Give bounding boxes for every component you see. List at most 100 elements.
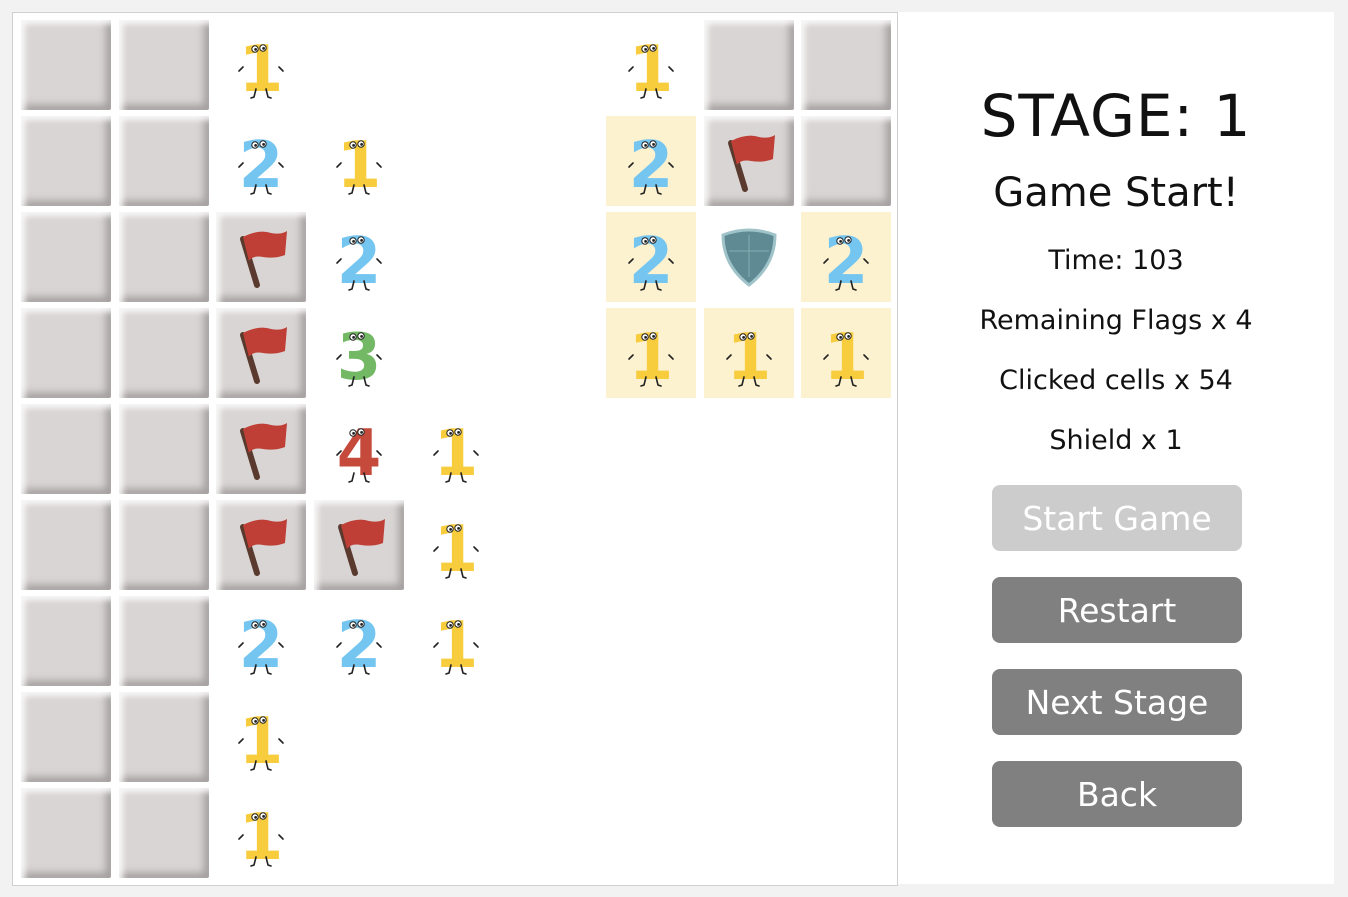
flagged-cell[interactable]	[216, 404, 306, 494]
flagged-cell[interactable]	[216, 308, 306, 398]
number-cell[interactable]: 2	[216, 596, 306, 686]
covered-cell[interactable]	[118, 212, 209, 302]
covered-cell[interactable]	[118, 404, 209, 494]
empty-cell[interactable]	[314, 20, 404, 110]
empty-cell[interactable]	[606, 788, 696, 878]
covered-cell[interactable]	[118, 20, 209, 110]
svg-text:2: 2	[824, 225, 869, 299]
empty-cell[interactable]	[801, 692, 891, 782]
number-cell[interactable]: 1	[314, 116, 404, 206]
empty-cell[interactable]	[704, 692, 794, 782]
empty-cell[interactable]	[509, 692, 599, 782]
empty-cell[interactable]	[411, 788, 501, 878]
empty-cell[interactable]	[801, 500, 891, 590]
number-two-icon: 2	[238, 609, 284, 683]
shield-cell[interactable]	[704, 212, 794, 302]
covered-cell[interactable]	[118, 692, 209, 782]
empty-cell[interactable]	[704, 596, 794, 686]
covered-cell[interactable]	[21, 116, 111, 206]
empty-cell[interactable]	[509, 116, 599, 206]
next-stage-button[interactable]: Next Stage	[992, 669, 1242, 735]
number-cell[interactable]: 1	[411, 500, 501, 590]
back-button[interactable]: Back	[992, 761, 1242, 827]
covered-cell[interactable]	[21, 788, 111, 878]
number-one-icon: 1	[238, 801, 284, 875]
number-cell[interactable]: 2	[314, 212, 404, 302]
number-cell[interactable]: 2	[216, 116, 306, 206]
empty-cell[interactable]	[509, 596, 599, 686]
number-cell[interactable]: 1	[216, 20, 306, 110]
number-three-icon: 3	[335, 321, 382, 395]
flag-icon	[337, 519, 385, 576]
covered-cell[interactable]	[118, 788, 209, 878]
empty-cell[interactable]	[509, 212, 599, 302]
covered-cell[interactable]	[801, 116, 891, 206]
number-cell[interactable]: 2	[606, 212, 696, 302]
number-cell[interactable]: 4	[314, 404, 404, 494]
empty-cell[interactable]	[606, 500, 696, 590]
number-cell[interactable]: 1	[216, 788, 306, 878]
number-cell[interactable]: 3	[314, 308, 404, 398]
empty-cell[interactable]	[509, 404, 599, 494]
covered-cell[interactable]	[21, 404, 111, 494]
empty-cell[interactable]	[606, 596, 696, 686]
svg-text:2: 2	[629, 225, 674, 299]
flagged-cell[interactable]	[703, 116, 794, 206]
number-cell[interactable]: 1	[606, 308, 696, 398]
number-cell[interactable]: 1	[216, 692, 306, 782]
covered-cell[interactable]	[21, 500, 111, 590]
covered-cell[interactable]	[21, 20, 111, 110]
number-one-icon: 1	[335, 129, 382, 203]
covered-cell[interactable]	[703, 20, 794, 110]
flagged-cell[interactable]	[313, 500, 404, 590]
empty-cell[interactable]	[411, 692, 501, 782]
number-cell[interactable]: 2	[606, 116, 696, 206]
flagged-cell[interactable]	[216, 500, 306, 590]
empty-cell[interactable]	[801, 404, 891, 494]
number-cell[interactable]: 1	[703, 308, 794, 398]
number-cell[interactable]: 1	[606, 20, 696, 110]
empty-cell[interactable]	[314, 788, 404, 878]
svg-text:2: 2	[629, 129, 674, 203]
shield-count: Shield x 1	[1049, 425, 1183, 456]
side-panel: STAGE: 1 Game Start! Time: 103 Remaining…	[898, 12, 1334, 884]
covered-cell[interactable]	[801, 20, 891, 110]
empty-cell[interactable]	[801, 788, 891, 878]
empty-cell[interactable]	[606, 692, 696, 782]
empty-cell[interactable]	[314, 692, 404, 782]
empty-cell[interactable]	[411, 20, 501, 110]
empty-cell[interactable]	[509, 788, 599, 878]
number-cell[interactable]: 1	[801, 308, 891, 398]
covered-cell[interactable]	[21, 692, 111, 782]
number-cell[interactable]: 2	[801, 212, 891, 302]
flagged-cell[interactable]	[216, 212, 306, 302]
covered-cell[interactable]	[118, 116, 209, 206]
number-one-icon: 1	[823, 321, 869, 395]
covered-cell[interactable]	[21, 212, 111, 302]
start-game-button[interactable]: Start Game	[992, 485, 1242, 551]
restart-button[interactable]: Restart	[992, 577, 1242, 643]
svg-text:1: 1	[434, 513, 479, 587]
covered-cell[interactable]	[118, 500, 209, 590]
empty-cell[interactable]	[801, 596, 891, 686]
svg-text:1: 1	[434, 417, 479, 491]
number-two-icon: 2	[628, 225, 674, 299]
number-cell[interactable]: 1	[411, 596, 501, 686]
covered-cell[interactable]	[21, 308, 111, 398]
covered-cell[interactable]	[118, 596, 209, 686]
empty-cell[interactable]	[704, 500, 794, 590]
empty-cell[interactable]	[411, 116, 501, 206]
empty-cell[interactable]	[704, 788, 794, 878]
empty-cell[interactable]	[411, 212, 501, 302]
empty-cell[interactable]	[509, 500, 599, 590]
empty-cell[interactable]	[509, 20, 599, 110]
covered-cell[interactable]	[118, 308, 209, 398]
number-cell[interactable]: 1	[411, 404, 501, 494]
covered-cell[interactable]	[21, 596, 111, 686]
number-two-icon: 2	[335, 609, 382, 683]
empty-cell[interactable]	[509, 308, 599, 398]
empty-cell[interactable]	[606, 404, 696, 494]
number-cell[interactable]: 2	[314, 596, 404, 686]
empty-cell[interactable]	[411, 308, 501, 398]
empty-cell[interactable]	[704, 404, 794, 494]
